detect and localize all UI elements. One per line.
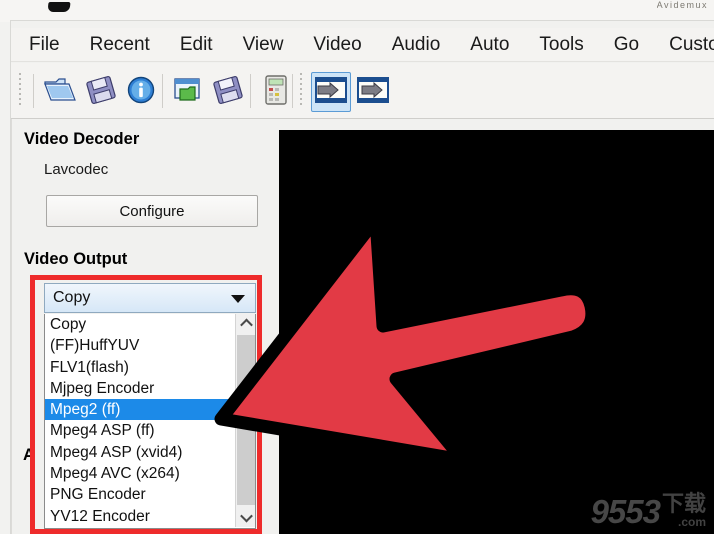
window-title: Avidemux bbox=[656, 0, 708, 10]
video-output-heading: Video Output bbox=[24, 250, 128, 268]
menu-tools[interactable]: Tools bbox=[539, 34, 583, 56]
list-item[interactable]: Mpeg4 ASP (ff) bbox=[45, 420, 237, 441]
list-item[interactable]: Mpeg4 AVC (x264) bbox=[45, 463, 237, 484]
scrollbar-thumb[interactable] bbox=[237, 335, 255, 505]
toolbar-divider-1 bbox=[33, 74, 34, 108]
scroll-down-icon[interactable] bbox=[236, 508, 255, 527]
save-floppy-icon bbox=[85, 75, 117, 110]
save-project-icon bbox=[212, 75, 244, 110]
toolbar-divider-3 bbox=[250, 74, 251, 108]
configure-button[interactable]: Configure bbox=[46, 195, 258, 227]
scroll-up-icon[interactable] bbox=[236, 314, 255, 333]
toolbar-divider-2 bbox=[162, 74, 163, 108]
toolbar bbox=[11, 63, 714, 119]
panel-left-edge bbox=[11, 119, 12, 534]
menu-video[interactable]: Video bbox=[313, 34, 361, 56]
toolbar-info[interactable] bbox=[121, 72, 161, 112]
video-decoder-heading: Video Decoder bbox=[24, 130, 140, 148]
dropdown-scrollbar[interactable] bbox=[235, 314, 255, 527]
list-item[interactable]: Mjpeg Encoder bbox=[45, 378, 237, 399]
menu-audio[interactable]: Audio bbox=[392, 34, 441, 56]
list-item[interactable]: Mpeg4 ASP (xvid4) bbox=[45, 442, 237, 463]
dropdown-options: Copy (FF)HuffYUV FLV1(flash) Mjpeg Encod… bbox=[45, 314, 237, 527]
calculator-icon bbox=[264, 74, 288, 111]
watermark-chinese: 下载 bbox=[661, 490, 706, 516]
menu-go[interactable]: Go bbox=[614, 34, 639, 56]
video-output-dropdown-list[interactable]: Copy (FF)HuffYUV FLV1(flash) Mjpeg Encod… bbox=[44, 314, 256, 529]
toolbar-grip-left[interactable] bbox=[18, 73, 22, 109]
toolbar-mark-out[interactable] bbox=[353, 72, 393, 112]
info-circle-icon bbox=[126, 75, 156, 110]
application-window: Avidemux File Recent Edit View Video Aud… bbox=[0, 0, 714, 534]
video-preview[interactable]: 9553 下载 .com bbox=[279, 130, 714, 534]
video-output-combobox[interactable]: Copy bbox=[44, 283, 256, 313]
list-item[interactable]: FLV1(flash) bbox=[45, 357, 237, 378]
mark-out-icon bbox=[356, 76, 390, 109]
toolbar-open-project[interactable] bbox=[168, 72, 208, 112]
watermark: 9553 下载 .com bbox=[591, 491, 706, 528]
title-bar: Avidemux bbox=[0, 0, 714, 22]
watermark-right: 下载 .com bbox=[662, 491, 706, 528]
list-item[interactable]: PNG Encoder bbox=[45, 484, 237, 505]
video-output-selected-label: Copy bbox=[53, 289, 91, 306]
toolbar-mark-in[interactable] bbox=[311, 72, 351, 112]
open-project-icon bbox=[172, 75, 204, 110]
toolbar-save-project[interactable] bbox=[208, 72, 248, 112]
list-item[interactable]: Copy bbox=[45, 314, 237, 335]
open-folder-icon bbox=[43, 75, 77, 110]
menu-view[interactable]: View bbox=[243, 34, 284, 56]
menu-edit[interactable]: Edit bbox=[180, 34, 213, 56]
menu-auto[interactable]: Auto bbox=[470, 34, 509, 56]
menu-custom[interactable]: Custom bbox=[669, 34, 714, 56]
watermark-domain: .com bbox=[677, 515, 706, 529]
video-decoder-value: Lavcodec bbox=[44, 161, 109, 178]
toolbar-calculator[interactable] bbox=[256, 72, 296, 112]
menu-file[interactable]: File bbox=[29, 34, 60, 56]
list-item[interactable]: (FF)HuffYUV bbox=[45, 335, 237, 356]
watermark-number: 9553 bbox=[590, 493, 661, 530]
toolbar-grip-right[interactable] bbox=[299, 73, 303, 109]
toolbar-divider-4 bbox=[292, 74, 293, 108]
menu-recent[interactable]: Recent bbox=[90, 34, 150, 56]
list-item[interactable]: YV12 Encoder bbox=[45, 506, 237, 527]
app-icon bbox=[47, 2, 71, 12]
mark-in-icon bbox=[314, 76, 348, 109]
audio-heading-partial: A bbox=[23, 446, 35, 464]
menu-bar: File Recent Edit View Video Audio Auto T… bbox=[11, 28, 714, 62]
list-item-selected[interactable]: Mpeg2 (ff) bbox=[45, 399, 237, 421]
toolbar-open[interactable] bbox=[40, 72, 80, 112]
chevron-down-icon[interactable] bbox=[231, 295, 245, 303]
toolbar-save[interactable] bbox=[81, 72, 121, 112]
